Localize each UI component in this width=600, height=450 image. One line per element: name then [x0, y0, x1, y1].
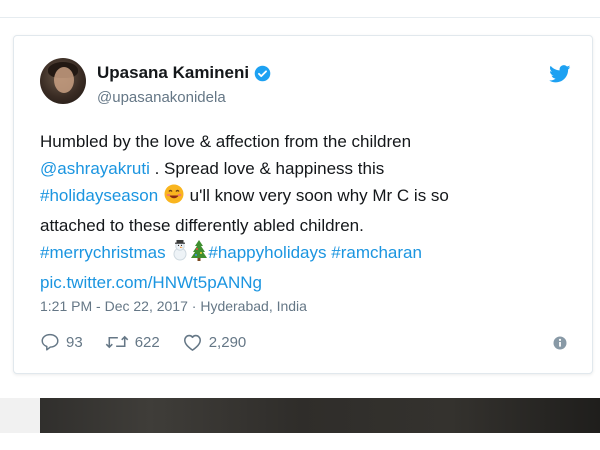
retweet-button[interactable]: 622: [105, 333, 160, 351]
hashtag-link[interactable]: #holidayseason: [40, 186, 158, 205]
smiling-face-emoji: [163, 184, 185, 212]
reply-count: 93: [66, 333, 83, 351]
like-button[interactable]: 2,290: [182, 333, 247, 351]
user-handle[interactable]: @upasanakonidela: [97, 89, 226, 106]
location-link[interactable]: Hyderabad, India: [200, 298, 307, 314]
author-name-row[interactable]: Upasana Kamineni: [97, 63, 271, 83]
timestamp-link[interactable]: 1:21 PM - Dec 22, 2017: [40, 298, 188, 314]
tweet-text-line: #merrychristmas #happyholidays #ramchara…: [40, 239, 580, 269]
tweet-meta: 1:21 PM - Dec 22, 2017 · Hyderabad, Indi…: [40, 298, 307, 314]
twitter-bird-icon[interactable]: [549, 65, 571, 83]
avatar[interactable]: [40, 58, 86, 104]
tweet-text-line: pic.twitter.com/HNWt5pANNg: [40, 269, 580, 296]
tweet-text: Humbled by the love & affection from the…: [40, 128, 580, 296]
tweet-text-line: Humbled by the love & affection from the…: [40, 128, 580, 155]
tweet-text-segment: u'll know very soon why Mr C is so: [184, 186, 449, 205]
retweet-count: 622: [134, 333, 160, 351]
reply-button[interactable]: 93: [40, 333, 83, 351]
tweet-text-segment: . Spread love & happiness this: [149, 159, 385, 178]
tweet-actions: 93 622 2,290: [40, 333, 268, 351]
reply-icon: [41, 333, 59, 351]
tweet-text-line: attached to these differently abled chil…: [40, 212, 580, 239]
heart-icon: [183, 334, 201, 351]
snowman-emoji: [170, 239, 190, 269]
media-link[interactable]: pic.twitter.com/HNWt5pANNg: [40, 273, 262, 292]
tweet-text-segment: Humbled by the love & affection from the…: [40, 132, 412, 151]
info-icon[interactable]: [553, 336, 567, 350]
embedded-tweet-card[interactable]: Upasana Kamineni @upasanakonidela Humble…: [13, 35, 593, 374]
verified-badge-icon: [254, 65, 271, 81]
mention-link[interactable]: @ashrayakruti: [40, 159, 150, 178]
hashtag-link[interactable]: #merrychristmas: [40, 243, 166, 262]
like-count: 2,290: [208, 333, 247, 351]
hashtag-link[interactable]: #ramcharan: [331, 243, 422, 262]
christmas-tree-emoji: [190, 239, 208, 269]
tweet-text-line: #holidayseason u'll know very soon why M…: [40, 182, 580, 212]
retweet-icon: [105, 335, 128, 349]
display-name[interactable]: Upasana Kamineni: [97, 63, 249, 83]
top-divider: [0, 17, 600, 18]
tweet-text-line: @ashrayakruti . Spread love & happiness …: [40, 155, 580, 182]
background-image-strip: [0, 398, 600, 433]
meta-separator: ·: [187, 298, 201, 314]
hashtag-link[interactable]: #happyholidays: [208, 243, 326, 262]
tweet-text-segment: attached to these differently abled chil…: [40, 216, 364, 235]
